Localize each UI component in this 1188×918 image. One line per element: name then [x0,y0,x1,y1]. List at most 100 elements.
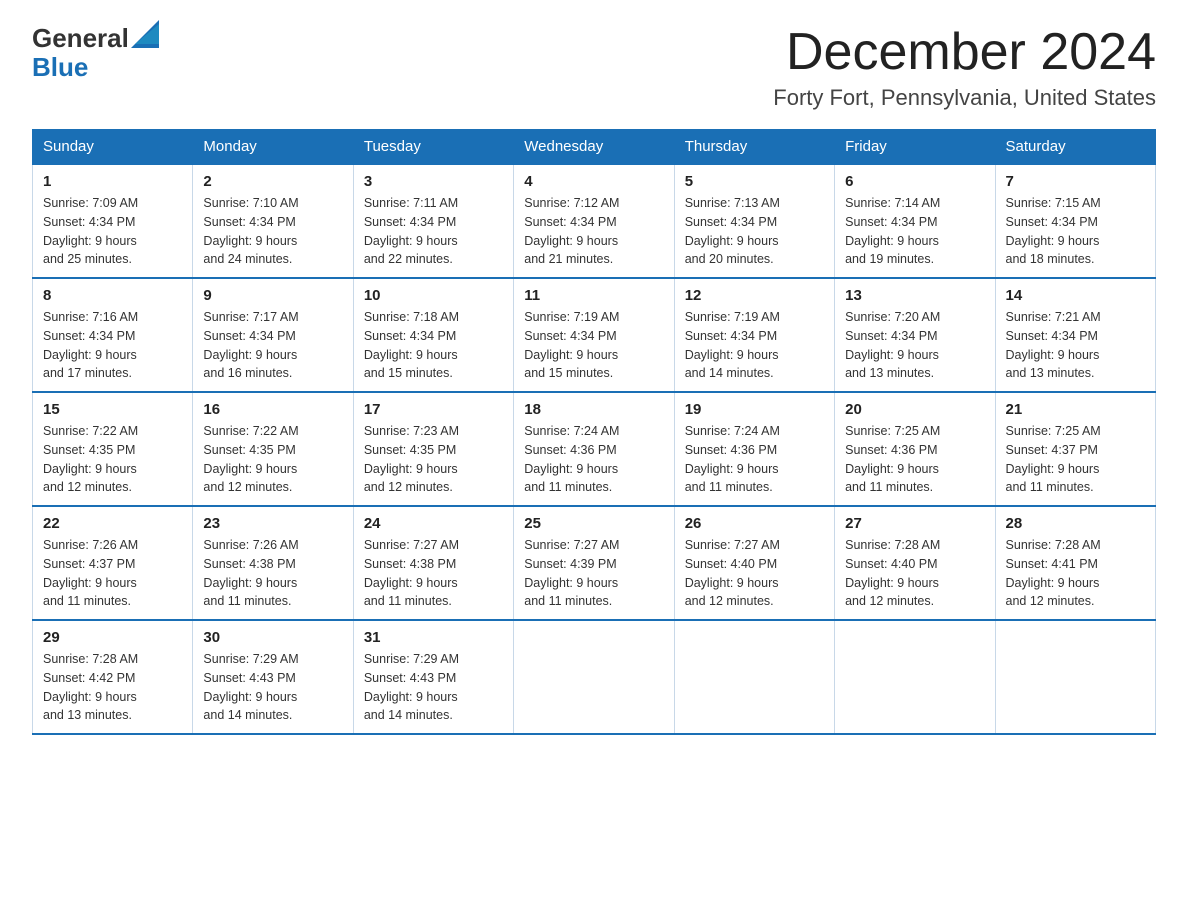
day-number: 21 [1006,401,1145,418]
table-row: 4 Sunrise: 7:12 AM Sunset: 4:34 PM Dayli… [514,164,674,278]
day-number: 30 [203,629,342,646]
day-number: 25 [524,515,663,532]
day-number: 15 [43,401,182,418]
day-info: Sunrise: 7:22 AM Sunset: 4:35 PM Dayligh… [203,422,342,497]
table-row: 23 Sunrise: 7:26 AM Sunset: 4:38 PM Dayl… [193,506,353,620]
day-number: 2 [203,173,342,190]
table-row: 19 Sunrise: 7:24 AM Sunset: 4:36 PM Dayl… [674,392,834,506]
logo-blue-text: Blue [32,52,88,82]
day-info: Sunrise: 7:28 AM Sunset: 4:42 PM Dayligh… [43,650,182,725]
day-info: Sunrise: 7:29 AM Sunset: 4:43 PM Dayligh… [203,650,342,725]
day-number: 6 [845,173,984,190]
table-row: 8 Sunrise: 7:16 AM Sunset: 4:34 PM Dayli… [33,278,193,392]
day-info: Sunrise: 7:27 AM Sunset: 4:40 PM Dayligh… [685,536,824,611]
day-info: Sunrise: 7:18 AM Sunset: 4:34 PM Dayligh… [364,308,503,383]
table-row: 7 Sunrise: 7:15 AM Sunset: 4:34 PM Dayli… [995,164,1155,278]
table-row: 30 Sunrise: 7:29 AM Sunset: 4:43 PM Dayl… [193,620,353,734]
day-number: 26 [685,515,824,532]
calendar-header-row: Sunday Monday Tuesday Wednesday Thursday… [33,130,1156,165]
day-info: Sunrise: 7:21 AM Sunset: 4:34 PM Dayligh… [1006,308,1145,383]
day-info: Sunrise: 7:11 AM Sunset: 4:34 PM Dayligh… [364,194,503,269]
header-thursday: Thursday [674,130,834,165]
month-title: December 2024 [773,24,1156,81]
day-info: Sunrise: 7:19 AM Sunset: 4:34 PM Dayligh… [524,308,663,383]
day-info: Sunrise: 7:20 AM Sunset: 4:34 PM Dayligh… [845,308,984,383]
location-title: Forty Fort, Pennsylvania, United States [773,85,1156,111]
calendar-table: Sunday Monday Tuesday Wednesday Thursday… [32,129,1156,735]
logo-general-text: General [32,24,129,53]
day-number: 5 [685,173,824,190]
table-row: 17 Sunrise: 7:23 AM Sunset: 4:35 PM Dayl… [353,392,513,506]
day-number: 7 [1006,173,1145,190]
day-number: 27 [845,515,984,532]
day-info: Sunrise: 7:19 AM Sunset: 4:34 PM Dayligh… [685,308,824,383]
day-info: Sunrise: 7:27 AM Sunset: 4:39 PM Dayligh… [524,536,663,611]
logo-triangle-icon [131,20,159,48]
day-info: Sunrise: 7:26 AM Sunset: 4:37 PM Dayligh… [43,536,182,611]
table-row [514,620,674,734]
day-info: Sunrise: 7:13 AM Sunset: 4:34 PM Dayligh… [685,194,824,269]
header-tuesday: Tuesday [353,130,513,165]
table-row: 2 Sunrise: 7:10 AM Sunset: 4:34 PM Dayli… [193,164,353,278]
header-monday: Monday [193,130,353,165]
table-row: 18 Sunrise: 7:24 AM Sunset: 4:36 PM Dayl… [514,392,674,506]
header-wednesday: Wednesday [514,130,674,165]
day-number: 23 [203,515,342,532]
table-row: 26 Sunrise: 7:27 AM Sunset: 4:40 PM Dayl… [674,506,834,620]
table-row: 12 Sunrise: 7:19 AM Sunset: 4:34 PM Dayl… [674,278,834,392]
day-info: Sunrise: 7:12 AM Sunset: 4:34 PM Dayligh… [524,194,663,269]
table-row: 21 Sunrise: 7:25 AM Sunset: 4:37 PM Dayl… [995,392,1155,506]
table-row: 25 Sunrise: 7:27 AM Sunset: 4:39 PM Dayl… [514,506,674,620]
day-number: 16 [203,401,342,418]
day-number: 14 [1006,287,1145,304]
day-number: 9 [203,287,342,304]
table-row: 16 Sunrise: 7:22 AM Sunset: 4:35 PM Dayl… [193,392,353,506]
day-info: Sunrise: 7:27 AM Sunset: 4:38 PM Dayligh… [364,536,503,611]
day-info: Sunrise: 7:28 AM Sunset: 4:40 PM Dayligh… [845,536,984,611]
day-number: 8 [43,287,182,304]
day-number: 4 [524,173,663,190]
day-number: 3 [364,173,503,190]
day-info: Sunrise: 7:25 AM Sunset: 4:36 PM Dayligh… [845,422,984,497]
day-info: Sunrise: 7:14 AM Sunset: 4:34 PM Dayligh… [845,194,984,269]
day-number: 10 [364,287,503,304]
day-info: Sunrise: 7:26 AM Sunset: 4:38 PM Dayligh… [203,536,342,611]
table-row: 31 Sunrise: 7:29 AM Sunset: 4:43 PM Dayl… [353,620,513,734]
day-number: 29 [43,629,182,646]
day-info: Sunrise: 7:28 AM Sunset: 4:41 PM Dayligh… [1006,536,1145,611]
day-number: 18 [524,401,663,418]
day-info: Sunrise: 7:29 AM Sunset: 4:43 PM Dayligh… [364,650,503,725]
calendar-week-row: 8 Sunrise: 7:16 AM Sunset: 4:34 PM Dayli… [33,278,1156,392]
day-info: Sunrise: 7:10 AM Sunset: 4:34 PM Dayligh… [203,194,342,269]
day-info: Sunrise: 7:24 AM Sunset: 4:36 PM Dayligh… [685,422,824,497]
day-number: 1 [43,173,182,190]
table-row: 5 Sunrise: 7:13 AM Sunset: 4:34 PM Dayli… [674,164,834,278]
table-row: 11 Sunrise: 7:19 AM Sunset: 4:34 PM Dayl… [514,278,674,392]
day-info: Sunrise: 7:15 AM Sunset: 4:34 PM Dayligh… [1006,194,1145,269]
day-number: 11 [524,287,663,304]
table-row: 6 Sunrise: 7:14 AM Sunset: 4:34 PM Dayli… [835,164,995,278]
table-row [674,620,834,734]
calendar-week-row: 15 Sunrise: 7:22 AM Sunset: 4:35 PM Dayl… [33,392,1156,506]
title-block: December 2024 Forty Fort, Pennsylvania, … [773,24,1156,111]
header-friday: Friday [835,130,995,165]
day-info: Sunrise: 7:16 AM Sunset: 4:34 PM Dayligh… [43,308,182,383]
table-row: 29 Sunrise: 7:28 AM Sunset: 4:42 PM Dayl… [33,620,193,734]
day-number: 22 [43,515,182,532]
table-row: 15 Sunrise: 7:22 AM Sunset: 4:35 PM Dayl… [33,392,193,506]
day-number: 24 [364,515,503,532]
day-info: Sunrise: 7:09 AM Sunset: 4:34 PM Dayligh… [43,194,182,269]
table-row: 1 Sunrise: 7:09 AM Sunset: 4:34 PM Dayli… [33,164,193,278]
page-header: General Blue December 2024 Forty Fort, P… [32,24,1156,111]
table-row: 9 Sunrise: 7:17 AM Sunset: 4:34 PM Dayli… [193,278,353,392]
table-row: 22 Sunrise: 7:26 AM Sunset: 4:37 PM Dayl… [33,506,193,620]
calendar-week-row: 22 Sunrise: 7:26 AM Sunset: 4:37 PM Dayl… [33,506,1156,620]
day-info: Sunrise: 7:22 AM Sunset: 4:35 PM Dayligh… [43,422,182,497]
day-number: 17 [364,401,503,418]
logo: General Blue [32,24,159,81]
day-number: 20 [845,401,984,418]
table-row [995,620,1155,734]
table-row: 3 Sunrise: 7:11 AM Sunset: 4:34 PM Dayli… [353,164,513,278]
table-row: 10 Sunrise: 7:18 AM Sunset: 4:34 PM Dayl… [353,278,513,392]
header-saturday: Saturday [995,130,1155,165]
